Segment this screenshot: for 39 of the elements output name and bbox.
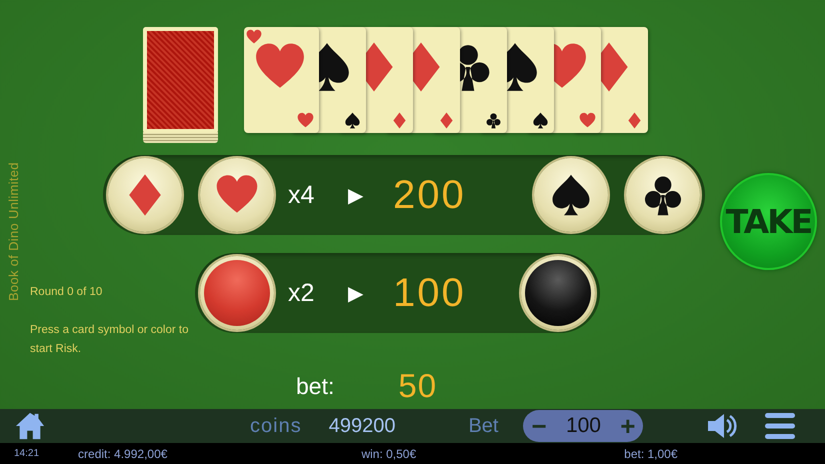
- bet-text: bet: 1,00€: [624, 446, 678, 460]
- credit-text: credit: 4.992,00€: [78, 446, 168, 460]
- bet-label: bet:: [296, 372, 334, 400]
- win-amount: 200: [393, 172, 467, 218]
- diamond-icon: [438, 112, 455, 129]
- color-button[interactable]: [521, 256, 595, 330]
- round-counter: Round 0 of 10: [30, 286, 104, 298]
- decrease-button[interactable]: −: [531, 413, 547, 439]
- heart-button[interactable]: [200, 158, 274, 232]
- heart-icon: [579, 112, 596, 129]
- hint-text: Press a card symbol or color to start Risk.: [30, 323, 190, 357]
- multiplier: x2: [288, 278, 316, 308]
- spade-icon: [344, 112, 361, 129]
- speaker-icon[interactable]: [706, 412, 738, 440]
- menu-icon[interactable]: [765, 413, 796, 439]
- club-button[interactable]: [626, 158, 700, 232]
- bet-label: Bet: [468, 414, 498, 438]
- multiplier: x4: [288, 180, 316, 210]
- clock: 14:21: [14, 448, 40, 459]
- win-amount: 100: [393, 270, 467, 316]
- arrow-icon: ▶: [348, 280, 363, 306]
- diamond-button[interactable]: [108, 158, 182, 232]
- club-icon: [485, 112, 502, 129]
- color-button[interactable]: [200, 256, 274, 330]
- coins-value: 499200: [328, 414, 396, 438]
- take-button[interactable]: TAKE: [720, 173, 817, 270]
- diamond-icon: [391, 112, 408, 129]
- coins-label: coins: [250, 414, 302, 438]
- win-text: win: 0,50€: [361, 446, 416, 460]
- game-title: Book of Dino Unlimited: [6, 162, 21, 304]
- spade-button[interactable]: [534, 158, 608, 232]
- spade-icon: [532, 112, 549, 129]
- increase-button[interactable]: +: [620, 413, 636, 439]
- bet-value: 50: [398, 367, 438, 405]
- bet-amount: 100: [566, 414, 601, 438]
- diamond-icon: [626, 112, 643, 129]
- heart-icon: [297, 112, 314, 129]
- arrow-icon: ▶: [348, 182, 363, 208]
- home-icon[interactable]: [14, 411, 46, 441]
